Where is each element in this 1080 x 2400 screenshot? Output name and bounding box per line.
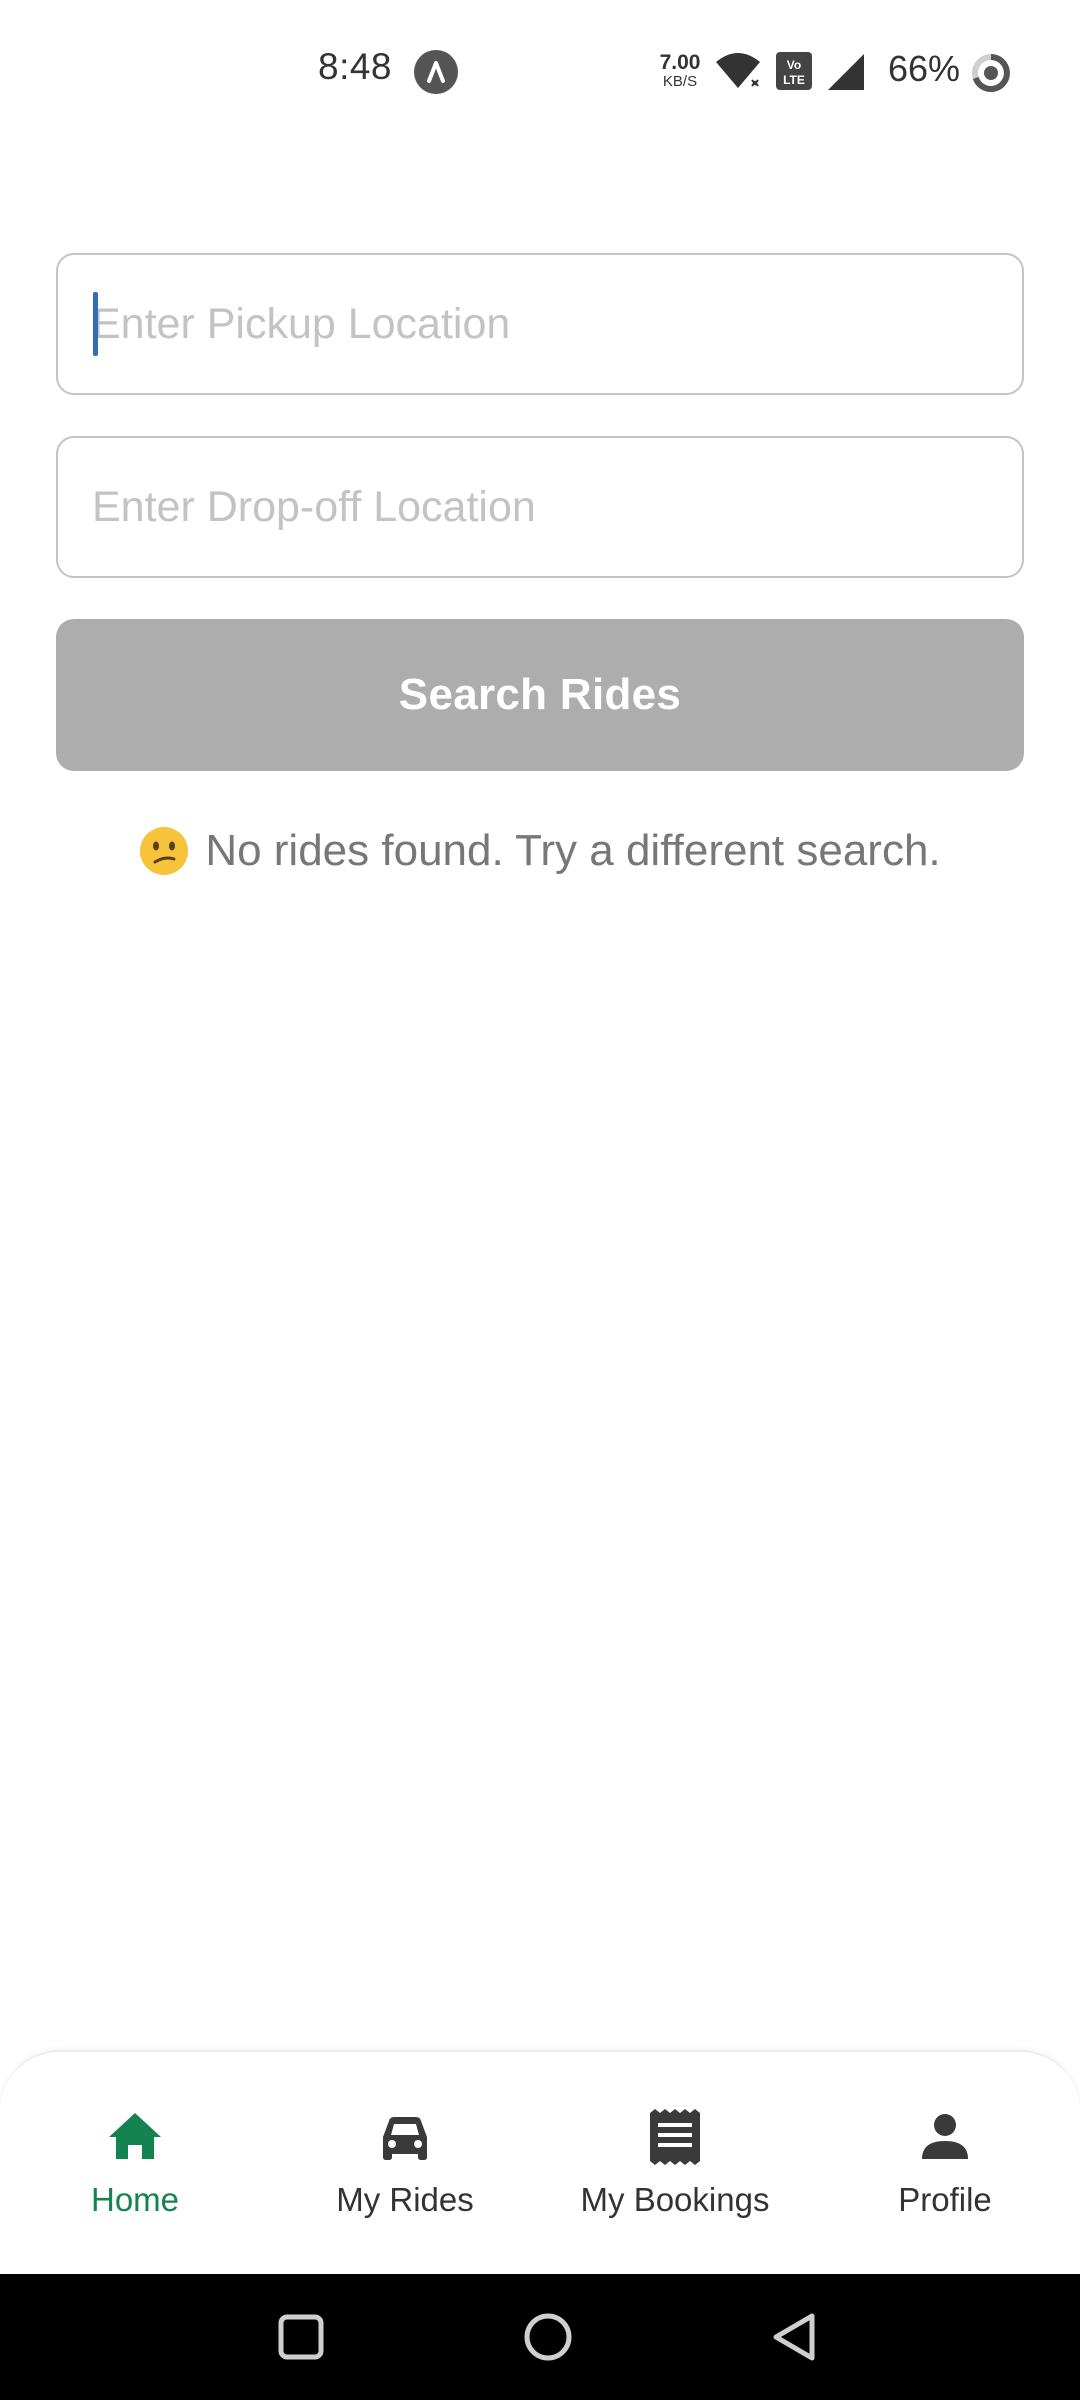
tab-home[interactable]: Home	[50, 2052, 220, 2276]
home-icon	[105, 2107, 165, 2167]
tab-my-rides[interactable]: My Rides	[310, 2052, 500, 2276]
car-icon	[375, 2107, 435, 2167]
status-bar: 8:48 7.00 KB/S Vo LTE 66%	[0, 0, 1080, 145]
confused-face-icon	[139, 826, 189, 876]
battery-ring-icon	[970, 52, 1012, 99]
bottom-tab-bar: Home My Rides My Bookings Profile	[0, 2050, 1080, 2274]
no-rides-message: No rides found. Try a different search.	[0, 826, 1080, 876]
search-rides-button[interactable]: Search Rides	[56, 619, 1024, 771]
tab-my-bookings-label: My Bookings	[580, 2181, 770, 2218]
status-time: 8:48	[318, 46, 393, 87]
network-speed: 7.00 KB/S	[655, 52, 705, 92]
wifi-icon	[714, 50, 762, 99]
tab-profile[interactable]: Profile	[860, 2052, 1030, 2276]
dropoff-location-input[interactable]	[92, 438, 1022, 576]
tab-my-rides-label: My Rides	[336, 2181, 474, 2218]
svg-text:Vo: Vo	[787, 58, 801, 72]
network-speed-value: 7.00	[659, 51, 701, 74]
recents-square-icon[interactable]	[268, 2304, 334, 2370]
app-notification-icon	[414, 50, 458, 94]
person-icon	[915, 2107, 975, 2167]
pickup-location-input[interactable]	[92, 255, 1022, 393]
tab-my-bookings[interactable]: My Bookings	[560, 2052, 790, 2276]
tab-profile-label: Profile	[898, 2181, 992, 2218]
battery-percent: 66%	[888, 48, 961, 89]
pickup-location-field[interactable]	[56, 253, 1024, 395]
tab-home-label: Home	[90, 2181, 180, 2218]
network-speed-unit: KB/S	[662, 73, 698, 90]
receipt-icon	[645, 2107, 705, 2167]
home-circle-icon[interactable]	[515, 2304, 581, 2370]
screen: 8:48 7.00 KB/S Vo LTE 66% Enter Pickup L…	[0, 0, 1080, 2400]
text-cursor	[93, 292, 98, 356]
system-nav-bar	[0, 2274, 1080, 2400]
volte-icon: Vo LTE	[776, 50, 812, 97]
dropoff-location-field[interactable]	[56, 436, 1024, 578]
svg-text:LTE: LTE	[783, 73, 805, 87]
search-rides-label: Search Rides	[398, 670, 682, 719]
no-rides-text: No rides found. Try a different search.	[205, 826, 941, 875]
back-triangle-icon[interactable]	[762, 2304, 828, 2370]
cell-signal-icon	[826, 50, 866, 97]
